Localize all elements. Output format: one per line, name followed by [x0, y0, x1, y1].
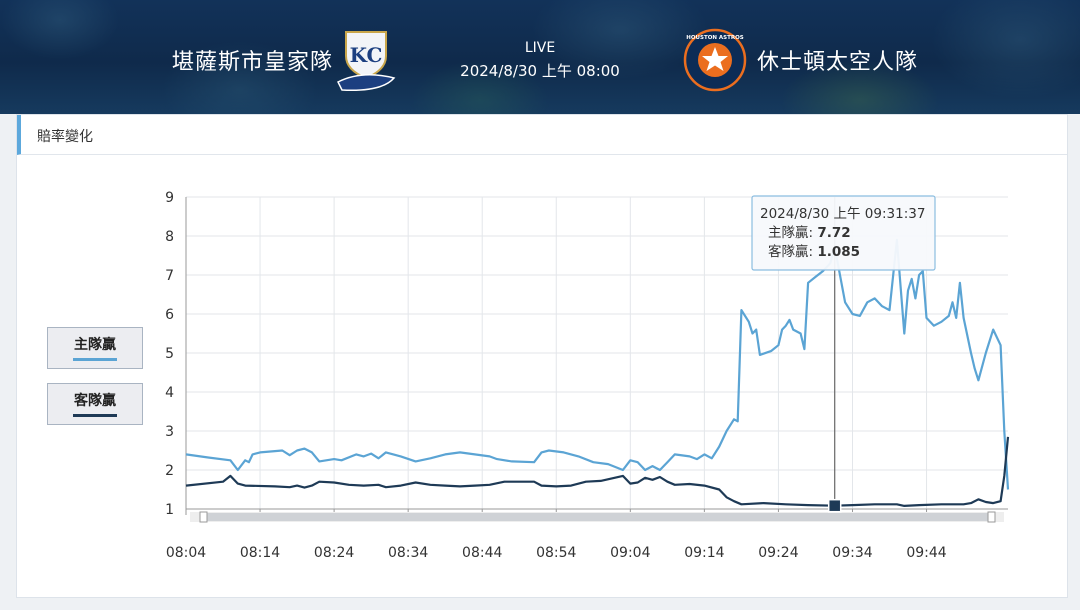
x-tick-label: 08:44 — [462, 545, 502, 561]
x-tick-label: 08:54 — [536, 545, 576, 561]
series-line-home — [185, 238, 1010, 490]
x-tick-label: 09:34 — [832, 545, 872, 561]
tooltip-home-row: 主隊贏: 7.72 — [768, 225, 851, 241]
odds-line-chart: 1 2 3 4 5 6 7 8 9 08:04 08:14 08:24 08:34 08:44 08:54 0… — [165, 190, 1010, 561]
y-tick-label: 3 — [165, 424, 174, 440]
x-tick-label: 08:34 — [388, 545, 428, 561]
range-scrollbar-thumb — [204, 513, 990, 521]
x-tick-label: 09:24 — [758, 545, 798, 561]
series-line-away — [185, 436, 1010, 507]
y-tick-label: 6 — [165, 307, 174, 323]
tooltip-time: 2024/8/30 上午 09:31:37 — [760, 206, 925, 222]
y-tick-label: 7 — [165, 268, 174, 284]
y-tick-label: 2 — [165, 463, 174, 479]
y-tick-label: 5 — [165, 346, 174, 362]
range-handle-left — [199, 511, 208, 523]
y-tick-label: 4 — [165, 385, 174, 401]
x-tick-label: 09:14 — [684, 545, 724, 561]
x-tick-label: 09:44 — [906, 545, 946, 561]
x-tick-label: 08:14 — [240, 545, 280, 561]
x-tick-label: 08:04 — [166, 545, 206, 561]
y-tick-label: 8 — [165, 229, 174, 245]
y-tick-label: 9 — [165, 190, 174, 206]
x-tick-label: 09:04 — [610, 545, 650, 561]
tooltip-away-row: 客隊贏: 1.085 — [768, 243, 860, 260]
y-tick-label: 1 — [165, 502, 174, 518]
range-handle-right — [987, 511, 996, 523]
x-tick-label: 08:24 — [314, 545, 354, 561]
crosshair-marker — [827, 498, 842, 513]
